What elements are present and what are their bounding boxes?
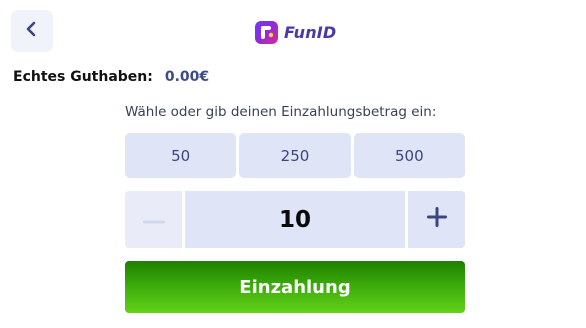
balance-value: 0.00€	[164, 69, 210, 85]
preset-amount-button[interactable]: 250	[239, 133, 351, 178]
amount-stepper: 10	[125, 191, 465, 248]
back-button[interactable]	[11, 10, 53, 52]
preset-amounts: 50 250 500	[125, 133, 465, 178]
decrease-button[interactable]	[125, 191, 182, 248]
deposit-prompt: Wähle oder gib deinen Einzahlungsbetrag …	[125, 104, 437, 120]
preset-amount-button[interactable]: 50	[125, 133, 237, 178]
chevron-left-icon	[24, 20, 40, 43]
amount-input[interactable]: 10	[185, 191, 405, 248]
plus-icon	[426, 207, 447, 232]
increase-button[interactable]	[408, 191, 465, 248]
deposit-button[interactable]: Einzahlung	[125, 261, 465, 313]
funid-logo-icon	[255, 20, 278, 44]
logo-text: FunID	[284, 22, 337, 42]
funid-logo: FunID	[255, 19, 336, 45]
balance-row: Echtes Guthaben: 0.00€	[13, 67, 209, 87]
balance-label: Echtes Guthaben:	[13, 69, 153, 85]
minus-icon	[142, 211, 165, 229]
preset-amount-button[interactable]: 500	[353, 133, 465, 178]
